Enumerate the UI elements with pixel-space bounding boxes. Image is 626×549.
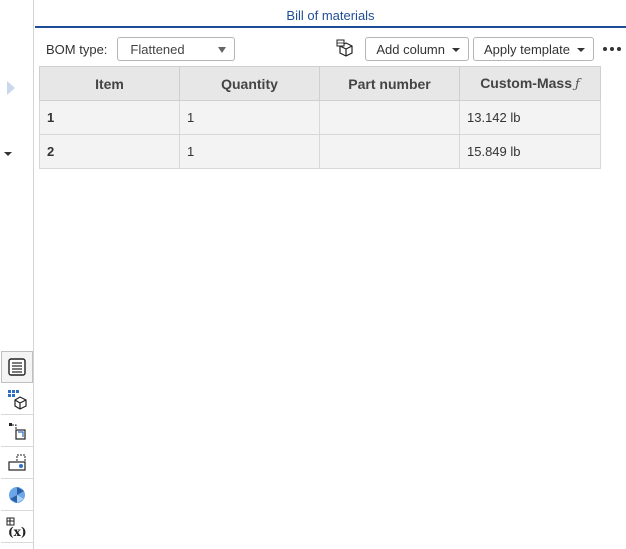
cell-quantity[interactable]: 1 — [179, 134, 320, 169]
cell-item[interactable]: 2 — [39, 134, 180, 169]
variable-table-icon: (x) — [6, 517, 27, 538]
render-studio-icon — [9, 487, 25, 503]
bom-type-label: BOM type: — [46, 41, 108, 57]
column-header-item[interactable]: Item — [39, 66, 180, 101]
table-box-icon — [336, 39, 353, 57]
add-column-button[interactable]: Add column — [365, 37, 469, 61]
mate-connector-icon — [9, 423, 26, 440]
bom-table: Item Quantity Part number Custom-Mass ƒ 1… — [39, 66, 601, 169]
named-views-icon — [8, 454, 26, 471]
cell-quantity[interactable]: 1 — [179, 100, 320, 135]
left-panel-strip: (x) — [0, 0, 34, 549]
column-header-custom-mass[interactable]: Custom-Mass ƒ — [459, 66, 601, 101]
add-column-label: Add column — [376, 41, 445, 57]
bom-toolbar: BOM type: Flattened Add column Apply tem… — [38, 32, 626, 66]
chevron-down-icon — [452, 48, 460, 52]
column-header-quantity[interactable]: Quantity — [179, 66, 320, 101]
bom-list-button[interactable] — [1, 351, 33, 383]
render-studio-button[interactable] — [1, 479, 33, 511]
dot-icon — [617, 47, 621, 51]
table-row[interactable]: 2 1 15.849 lb — [39, 134, 601, 169]
formula-icon: ƒ — [574, 77, 580, 92]
cell-custom-mass[interactable]: 13.142 lb — [459, 100, 601, 135]
chevron-down-icon — [577, 48, 585, 52]
chevron-down-icon[interactable] — [4, 152, 12, 156]
apply-template-label: Apply template — [484, 41, 570, 57]
insert-bom-table-button[interactable] — [335, 38, 357, 60]
column-header-part-number[interactable]: Part number — [319, 66, 460, 101]
dot-icon — [603, 47, 607, 51]
apply-template-button[interactable]: Apply template — [473, 37, 594, 61]
cell-custom-mass[interactable]: 15.849 lb — [459, 134, 601, 169]
expand-panel-icon[interactable] — [7, 81, 15, 95]
mate-connector-button[interactable] — [1, 415, 33, 447]
right-dock-toolbar: (x) — [1, 351, 33, 543]
more-options-button[interactable] — [598, 37, 626, 61]
bom-type-value: Flattened — [130, 41, 185, 57]
table-header-row: Item Quantity Part number Custom-Mass ƒ — [39, 66, 601, 101]
svg-text:(x): (x) — [8, 525, 27, 538]
panel-title: Bill of materials — [35, 0, 626, 28]
cell-part-number[interactable] — [319, 134, 460, 169]
named-views-button[interactable] — [1, 447, 33, 479]
custom-mass-label: Custom-Mass — [480, 75, 572, 91]
appearance-grid-icon — [8, 390, 27, 410]
dot-icon — [610, 47, 614, 51]
variable-table-button[interactable]: (x) — [1, 511, 33, 543]
table-row[interactable]: 1 1 13.142 lb — [39, 100, 601, 135]
cell-item[interactable]: 1 — [39, 100, 180, 135]
dropdown-triangle-icon — [218, 47, 227, 53]
appearance-grid-button[interactable] — [1, 383, 33, 415]
bom-type-select[interactable]: Flattened — [117, 37, 236, 61]
bom-list-icon — [8, 358, 26, 376]
cell-part-number[interactable] — [319, 100, 460, 135]
